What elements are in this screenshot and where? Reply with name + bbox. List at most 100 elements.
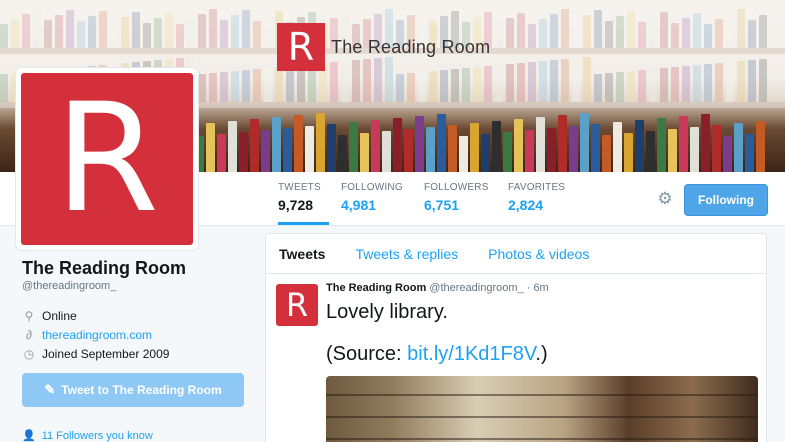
tweet[interactable]: R The Reading Room @thereadingroom_ · 6m… xyxy=(266,274,766,442)
book-spine xyxy=(734,123,743,172)
book-spine xyxy=(470,123,479,172)
tweet-source-line: (Source: bit.ly/1Kd1F8V.) xyxy=(326,342,756,366)
book-spine xyxy=(558,115,567,172)
compose-icon: ✎ xyxy=(44,382,56,397)
book-spine xyxy=(635,120,644,172)
book-spine xyxy=(525,130,534,172)
location-text: Online xyxy=(42,309,77,323)
book-spine xyxy=(492,121,501,172)
tweet-source-prefix: (Source: xyxy=(326,343,408,365)
profile-name[interactable]: The Reading Room xyxy=(22,258,186,279)
book-spine xyxy=(426,127,435,172)
book-spine xyxy=(756,121,765,172)
stat-label: FOLLOWING xyxy=(341,182,403,193)
book-spine xyxy=(679,116,688,172)
banner-bookshelf-bottom xyxy=(195,112,785,172)
book-spine xyxy=(327,124,336,172)
stat-label: FAVORITES xyxy=(508,182,566,193)
followers-you-know[interactable]: 👤 11 Followers you know xyxy=(22,429,153,442)
book-spine xyxy=(657,118,666,172)
book-spine xyxy=(272,117,281,172)
book-spine xyxy=(316,113,325,172)
followers-you-know-label[interactable]: 11 Followers you know xyxy=(42,430,153,442)
book-spine xyxy=(448,125,457,172)
book-spine xyxy=(283,128,292,172)
book-spine xyxy=(250,119,259,172)
tab-tweets-replies[interactable]: Tweets & replies xyxy=(355,246,458,262)
joined-text: Joined September 2009 xyxy=(42,347,170,361)
website-link[interactable]: thereadingroom.com xyxy=(42,328,152,342)
book-spine xyxy=(668,129,677,172)
profile-location: ⚲ Online xyxy=(22,309,77,323)
stat-tweets[interactable]: TWEETS 9,728 xyxy=(278,182,329,225)
stat-label: TWEETS xyxy=(278,182,321,193)
tweet-source-suffix: .) xyxy=(535,343,548,365)
following-button[interactable]: Following xyxy=(684,184,768,216)
location-pin-icon: ⚲ xyxy=(24,309,34,323)
media-shelf xyxy=(326,438,758,440)
book-spine xyxy=(217,134,226,172)
book-spine xyxy=(261,130,270,172)
media-shelf xyxy=(326,416,758,418)
avatar[interactable]: R xyxy=(16,68,198,250)
book-spine xyxy=(712,125,721,172)
book-spine xyxy=(371,120,380,172)
banner-logo-mark: R xyxy=(277,23,325,71)
book-spine xyxy=(690,127,699,172)
profile-website[interactable]: ∂ thereadingroom.com xyxy=(22,328,152,342)
stat-value: 6,751 xyxy=(424,197,460,213)
book-spine xyxy=(580,113,589,172)
gear-icon[interactable]: ⚙ xyxy=(656,190,674,208)
avatar-logo: R xyxy=(21,73,193,245)
user-icon: 👤 xyxy=(22,430,36,442)
book-spine xyxy=(701,114,710,172)
book-spine xyxy=(569,126,578,172)
stat-label: FOLLOWERS xyxy=(424,182,489,193)
tweet-avatar[interactable]: R xyxy=(276,284,318,326)
book-spine xyxy=(514,119,523,172)
book-spine xyxy=(459,136,468,172)
book-spine xyxy=(294,115,303,172)
tab-photos-videos[interactable]: Photos & videos xyxy=(488,246,589,262)
profile-handle: @thereadingroom_ xyxy=(22,280,117,292)
book-spine xyxy=(228,121,237,172)
timeline-tabs: Tweets Tweets & replies Photos & videos xyxy=(266,234,766,274)
book-spine xyxy=(338,135,347,172)
book-spine xyxy=(206,123,215,172)
tweet-timestamp[interactable]: · 6m xyxy=(527,282,549,294)
tweet-source-link[interactable]: bit.ly/1Kd1F8V xyxy=(407,343,535,365)
stat-favorites[interactable]: FAVORITES 2,824 xyxy=(508,182,565,213)
book-spine xyxy=(745,134,754,172)
book-spine xyxy=(613,122,622,172)
book-spine xyxy=(624,133,633,172)
tab-tweets[interactable]: Tweets xyxy=(279,246,325,262)
tweet-author-name[interactable]: The Reading Room xyxy=(326,282,426,294)
book-spine xyxy=(602,135,611,172)
book-spine xyxy=(404,129,413,172)
tweet-author-handle[interactable]: @thereadingroom_ xyxy=(429,282,523,294)
book-spine xyxy=(646,131,655,172)
book-spine xyxy=(547,128,556,172)
book-spine xyxy=(415,116,424,172)
timeline: Tweets Tweets & replies Photos & videos … xyxy=(265,233,767,442)
book-spine xyxy=(382,131,391,172)
book-spine xyxy=(239,132,248,172)
stat-following[interactable]: FOLLOWING 4,981 xyxy=(341,182,403,213)
book-spine xyxy=(360,133,369,172)
banner-logo-text: The Reading Room xyxy=(331,36,491,57)
book-spine xyxy=(305,126,314,172)
tweet-media-image[interactable] xyxy=(326,376,758,442)
active-indicator xyxy=(278,222,329,225)
book-spine xyxy=(349,122,358,172)
book-spine xyxy=(437,114,446,172)
tweet-to-label: Tweet to The Reading Room xyxy=(61,383,222,397)
book-spine xyxy=(536,117,545,172)
book-spine xyxy=(723,136,732,172)
book-spine xyxy=(393,118,402,172)
tweet-to-button[interactable]: ✎ Tweet to The Reading Room xyxy=(22,373,244,407)
tweet-text-line: Lovely library. xyxy=(326,301,448,323)
calendar-icon: ◷ xyxy=(23,347,35,361)
profile-joined: ◷ Joined September 2009 xyxy=(22,347,170,361)
stat-followers[interactable]: FOLLOWERS 6,751 xyxy=(424,182,489,213)
link-icon: ∂ xyxy=(26,328,32,342)
